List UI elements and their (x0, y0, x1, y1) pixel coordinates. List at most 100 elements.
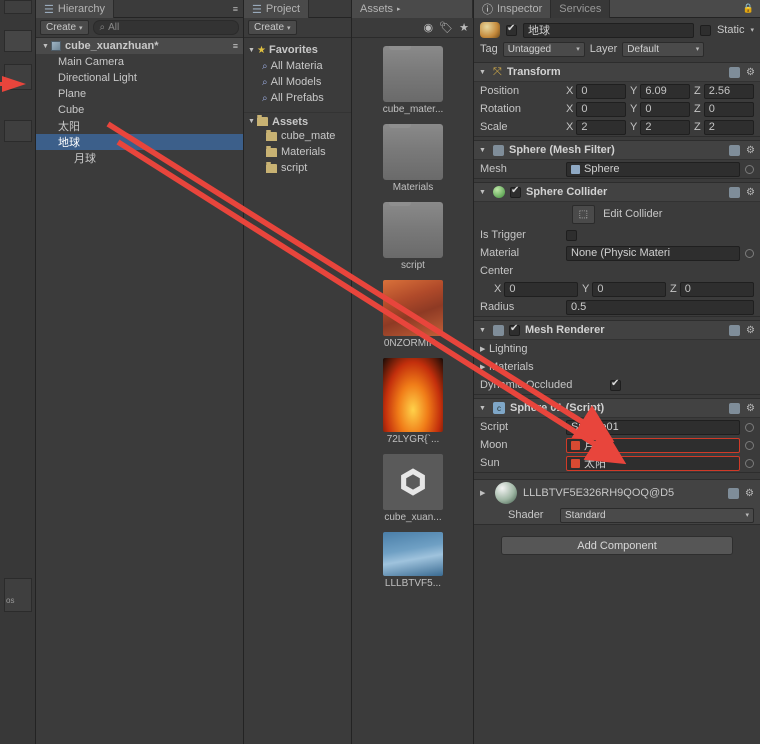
project-assets-row[interactable]: ▼ Assets (244, 112, 351, 128)
tab-services[interactable]: Services (551, 0, 611, 18)
gear-icon[interactable]: ⚙ (746, 145, 755, 156)
object-picker-icon[interactable] (745, 422, 754, 432)
object-picker-icon[interactable] (745, 440, 754, 450)
materials-row[interactable]: ▶ Materials (474, 358, 760, 376)
position-y-field[interactable]: 6.09 (640, 83, 690, 99)
assets-breadcrumb[interactable]: Assets ▸ (352, 0, 473, 18)
help-icon[interactable] (729, 324, 741, 336)
tag-icon[interactable]: 🏷 (439, 21, 453, 34)
strip-button-c[interactable] (4, 120, 32, 142)
project-tree-item[interactable]: cube_mate (244, 128, 351, 144)
project-create-button[interactable]: Create ▾ (248, 20, 297, 35)
star-icon[interactable]: ★ (459, 21, 469, 34)
strip-tab-top[interactable] (4, 0, 32, 14)
asset-item[interactable]: cube_mater... (352, 46, 473, 116)
static-checkbox[interactable] (699, 24, 711, 36)
tab-inspector[interactable]: ⓘ Inspector (474, 0, 552, 18)
rotation-z-field[interactable]: 0 (703, 101, 754, 117)
sphere-collider-header[interactable]: ▼ Sphere Collider ⚙ (474, 183, 760, 202)
mesh-renderer-header[interactable]: ▼ Mesh Renderer ⚙ (474, 321, 760, 340)
edit-collider-button[interactable]: ⬚ (571, 204, 596, 224)
help-icon[interactable] (729, 144, 741, 156)
script-ref-field[interactable]: Sphere01 (566, 419, 740, 435)
asset-item[interactable]: 0NZORMIF... (352, 280, 473, 350)
position-z-field[interactable]: 2.56 (703, 83, 754, 99)
inspector-lock-icon[interactable]: 🔒 (743, 3, 760, 14)
transform-header[interactable]: ▼ ⤧ Transform ⚙ (474, 63, 760, 82)
scale-y-field[interactable]: 2 (640, 119, 690, 135)
scale-x-field[interactable]: 2 (576, 119, 626, 135)
hierarchy-search-input[interactable]: ⌕ All (92, 20, 239, 35)
list-item[interactable]: Main Camera (36, 54, 243, 70)
dynamic-occluded-checkbox[interactable] (610, 378, 621, 391)
hierarchy-root-menu-icon[interactable]: ≡ (233, 41, 243, 51)
list-item[interactable]: Cube (36, 102, 243, 118)
add-component-button[interactable]: Add Component (501, 536, 733, 555)
rotation-y-field[interactable]: 0 (640, 101, 690, 117)
rotation-x-field[interactable]: 0 (576, 101, 626, 117)
script-header[interactable]: ▼ c Sphere 01 (Script) ⚙ (474, 399, 760, 418)
help-icon[interactable] (729, 66, 741, 78)
layer-dropdown[interactable]: Default ▾ (622, 41, 705, 57)
gear-icon[interactable]: ⚙ (746, 403, 755, 414)
object-picker-icon[interactable] (745, 458, 754, 468)
center-y-field[interactable]: 0 (592, 281, 666, 297)
gear-icon[interactable]: ⚙ (746, 325, 755, 336)
favorite-item[interactable]: ⌕ All Materia (244, 58, 351, 74)
help-icon[interactable] (729, 186, 741, 198)
gear-icon[interactable]: ⚙ (746, 187, 755, 198)
help-icon[interactable] (729, 402, 741, 414)
is-trigger-checkbox[interactable] (566, 229, 577, 241)
object-picker-icon[interactable] (745, 164, 754, 174)
favorite-item[interactable]: ⌕ All Models (244, 74, 351, 90)
center-z-field[interactable]: 0 (679, 281, 754, 297)
mesh-object-field[interactable]: Sphere (566, 161, 740, 177)
strip-button-b[interactable] (4, 64, 32, 90)
strip-button-a[interactable] (4, 30, 32, 52)
mesh-filter-header[interactable]: ▼ Sphere (Mesh Filter) ⚙ (474, 141, 760, 160)
project-tree-item[interactable]: Materials (244, 144, 351, 160)
center-x-field[interactable]: 0 (504, 281, 578, 297)
hierarchy-create-button[interactable]: Create ▾ (40, 20, 89, 35)
asset-item[interactable]: script (352, 202, 473, 272)
chevron-down-icon[interactable]: ▾ (750, 26, 754, 34)
sphere-collider-enabled-checkbox[interactable] (510, 185, 521, 198)
shader-dropdown[interactable]: Standard ▾ (560, 507, 754, 523)
list-item-sun[interactable]: 太阳 (36, 118, 243, 134)
tab-hierarchy[interactable]: ☰ Hierarchy (36, 0, 114, 18)
chevron-right-icon[interactable]: ▶ (480, 489, 489, 497)
object-name-field[interactable]: 地球 (523, 22, 694, 38)
asset-item[interactable]: Materials (352, 124, 473, 194)
scale-z-field[interactable]: 2 (703, 119, 754, 135)
radius-field[interactable]: 0.5 (566, 299, 754, 315)
list-item-moon[interactable]: 月球 (36, 150, 243, 166)
list-item[interactable]: Plane (36, 86, 243, 102)
list-item[interactable]: Directional Light (36, 70, 243, 86)
hierarchy-menu-icon[interactable]: ≡ (233, 4, 243, 14)
help-icon[interactable] (728, 487, 740, 499)
gear-icon[interactable]: ⚙ (745, 488, 754, 499)
project-tree-item[interactable]: script (244, 160, 351, 176)
favorite-item[interactable]: ⌕ All Prefabs (244, 90, 351, 106)
tag-dropdown[interactable]: Untagged ▾ (502, 41, 585, 57)
strip-bottom-panel[interactable] (4, 578, 32, 612)
hierarchy-tabbar: ☰ Hierarchy ≡ (36, 0, 243, 18)
tab-project[interactable]: ☰ Project (244, 0, 310, 18)
asset-item[interactable]: 72LYGR{`... (352, 358, 473, 446)
project-favorites-row[interactable]: ▼ ★ Favorites (244, 42, 351, 58)
object-picker-icon[interactable] (745, 248, 754, 258)
mesh-renderer-enabled-checkbox[interactable] (509, 323, 520, 336)
hierarchy-scene-root[interactable]: ▼ cube_xuanzhuan* ≡ (36, 38, 243, 54)
gear-icon[interactable]: ⚙ (746, 67, 755, 78)
asset-item[interactable]: cube_xuan... (352, 454, 473, 524)
lighting-row[interactable]: ▶ Lighting (474, 340, 760, 358)
position-x-field[interactable]: 0 (576, 83, 626, 99)
collider-material-field[interactable]: None (Physic Materi (566, 245, 740, 261)
sun-object-field[interactable]: 太阳 (566, 455, 740, 471)
transform-rotation-row: Rotation X 0 Y 0 Z 0 (474, 100, 760, 118)
eye-icon[interactable]: ◉ (424, 21, 434, 34)
asset-item[interactable]: LLLBTVF5... (352, 532, 473, 590)
object-enabled-checkbox[interactable] (506, 23, 517, 36)
moon-object-field[interactable]: 月球 (566, 437, 740, 453)
list-item-earth[interactable]: 地球 (36, 134, 243, 150)
